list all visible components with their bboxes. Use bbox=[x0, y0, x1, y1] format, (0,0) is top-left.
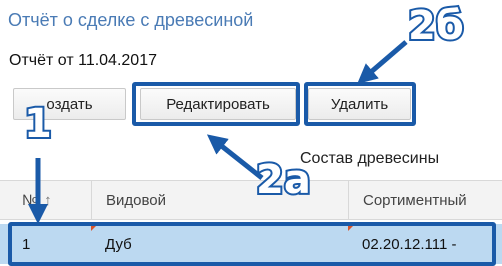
report-date: Отчёт от 11.04.2017 bbox=[9, 52, 157, 69]
annotation-label-1: 1 bbox=[22, 101, 54, 147]
table-header: № ↑ Видовой Сортиментный bbox=[0, 180, 502, 220]
row-highlight bbox=[8, 222, 496, 266]
annotation-label-2a: 2а bbox=[254, 157, 313, 203]
sort-asc-icon[interactable]: ↑ bbox=[44, 192, 52, 209]
column-header-number-label: № bbox=[22, 191, 39, 209]
page-title: Отчёт о сделке с древесиной bbox=[8, 10, 254, 30]
arrow-to-edit-icon bbox=[206, 134, 264, 180]
section-title: Состав древесины bbox=[300, 150, 440, 167]
edit-button-highlight bbox=[132, 82, 300, 126]
column-header-number[interactable]: № ↑ bbox=[0, 181, 91, 219]
delete-button-highlight bbox=[304, 82, 416, 126]
annotation-label-2b: 2б bbox=[406, 3, 466, 49]
column-header-sortiment[interactable]: Сортиментный bbox=[348, 181, 502, 219]
arrow-to-delete-icon bbox=[357, 40, 408, 84]
